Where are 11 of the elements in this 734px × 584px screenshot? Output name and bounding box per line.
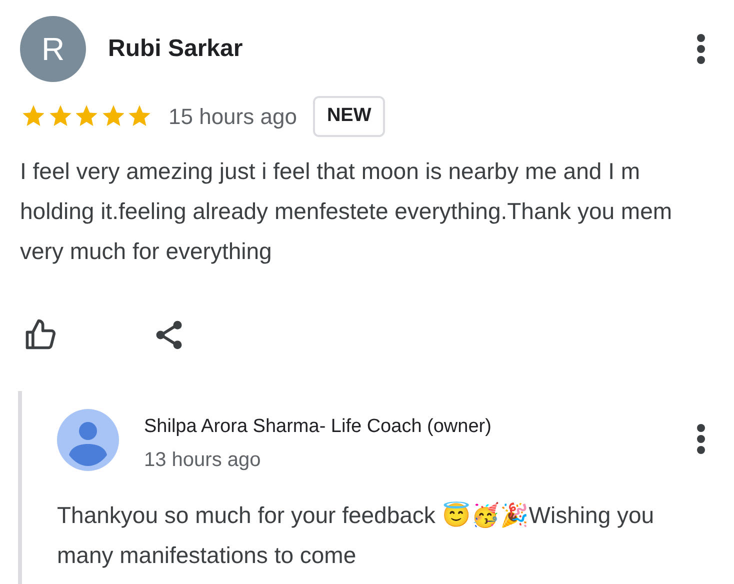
review-time: 15 hours ago [168,102,297,131]
owner-name: Shilpa Arora Sharma- Life Coach (owner) [144,414,492,438]
avatar: R [20,16,86,82]
reply-text: Thankyou so much for your feedback 😇🥳🎉Wishing you many manifestations to come [57,500,656,570]
review-text: I feel very amezing just i feel that moon is nearby me and I m holding it.feeling already menfestete everything.Thank you mem very much for everything [19,156,674,266]
user-avatar-icon [57,408,119,470]
reply-time: 13 hours ago [144,448,262,473]
more-options-icon[interactable] [696,422,706,454]
author-name: Rubi Sarkar [108,34,243,64]
more-options-icon[interactable] [696,33,706,65]
new-badge: NEW [312,96,386,136]
